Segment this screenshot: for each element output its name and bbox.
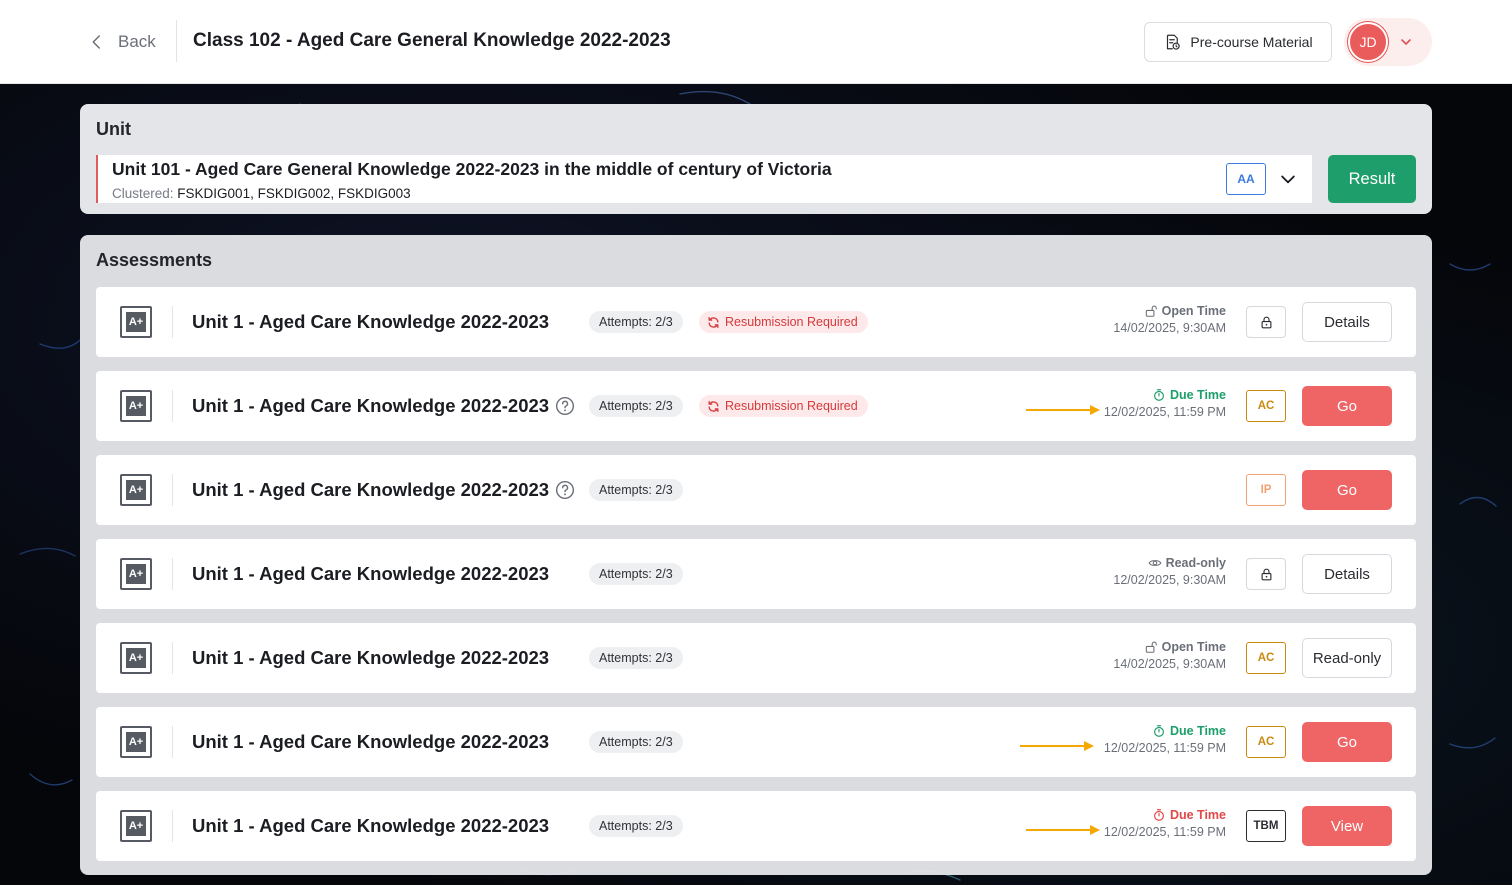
avatar: JD — [1348, 22, 1388, 62]
result-button[interactable]: Result — [1328, 155, 1416, 203]
assessments-heading: Assessments — [96, 250, 213, 270]
lock-icon — [1261, 568, 1271, 580]
read-only-button[interactable]: Read-only — [1302, 638, 1392, 678]
status-badge: AC — [1246, 390, 1286, 422]
unit-clustered-info: Clustered: FSKDIG001, FSKDIG002, FSKDIG0… — [112, 186, 411, 201]
unit-status-badge: AA — [1226, 163, 1266, 195]
help-icon[interactable] — [555, 396, 575, 416]
assessment-title: Unit 1 - Aged Care Knowledge 2022-2023 — [192, 395, 550, 416]
user-menu[interactable]: JD — [1344, 18, 1432, 66]
assessment-row: A+ Unit 1 - Aged Care Knowledge 2022-202… — [96, 371, 1416, 441]
assessment-row: A+ Unit 1 - Aged Care Knowledge 2022-202… — [96, 707, 1416, 777]
assessment-title: Unit 1 - Aged Care Knowledge 2022-2023 — [192, 731, 550, 752]
go-button[interactable]: Go — [1302, 470, 1392, 510]
timer-icon — [1153, 809, 1164, 821]
header-divider — [176, 20, 177, 62]
status-badge: AC — [1246, 726, 1286, 758]
view-button[interactable]: View — [1302, 806, 1392, 846]
details-button[interactable]: Details — [1302, 302, 1392, 342]
annotation-arrow — [1020, 741, 1094, 751]
assessment-title: Unit 1 - Aged Care Knowledge 2022-2023 — [192, 815, 550, 836]
attempts-badge: Attempts: 2/3 — [589, 731, 683, 753]
timer-icon — [1153, 389, 1164, 401]
attempts-badge: Attempts: 2/3 — [589, 311, 683, 333]
precourse-material-button[interactable]: Pre-course Material — [1144, 22, 1332, 62]
document-clock-icon — [1167, 34, 1181, 50]
annotation-arrow — [1026, 405, 1100, 415]
attempts-badge: Attempts: 2/3 — [589, 815, 683, 837]
time-info: Open Time 14/02/2025, 9:30AM — [1113, 640, 1226, 671]
grade-icon: A+ — [120, 390, 152, 422]
unit-panel: Unit Unit 101 - Aged Care General Knowle… — [80, 104, 1432, 214]
assessment-title: Unit 1 - Aged Care Knowledge 2022-2023 — [192, 479, 550, 500]
grade-icon: A+ — [120, 810, 152, 842]
attempts-badge: Attempts: 2/3 — [589, 647, 683, 669]
grade-icon: A+ — [120, 642, 152, 674]
assessment-row: A+ Unit 1 - Aged Care Knowledge 2022-202… — [96, 287, 1416, 357]
attempts-badge: Attempts: 2/3 — [589, 563, 683, 585]
back-button[interactable]: Back — [88, 28, 156, 56]
back-label: Back — [118, 32, 156, 51]
assessments-panel: Assessments A+ Unit 1 - Aged Care Knowle… — [80, 235, 1432, 875]
unit-selected-title: Unit 101 - Aged Care General Knowledge 2… — [112, 159, 832, 179]
eye-icon — [1148, 560, 1161, 566]
details-button[interactable]: Details — [1302, 554, 1392, 594]
status-badge: AC — [1246, 642, 1286, 674]
timer-icon — [1153, 725, 1164, 737]
resubmission-badge: Resubmission Required — [699, 311, 868, 333]
chevron-left-icon — [92, 35, 100, 49]
grade-icon: A+ — [120, 726, 152, 758]
time-info: Open Time 14/02/2025, 9:30AM — [1113, 304, 1226, 335]
unlock-icon — [1145, 305, 1157, 317]
clustered-label: Clustered: — [112, 186, 174, 201]
chevron-down-icon — [1401, 39, 1411, 45]
unlock-icon — [1145, 641, 1157, 653]
chevron-down-icon[interactable] — [1278, 169, 1298, 189]
go-button[interactable]: Go — [1302, 722, 1392, 762]
assessment-row: A+ Unit 1 - Aged Care Knowledge 2022-202… — [96, 455, 1416, 525]
status-badge: IP — [1246, 474, 1286, 506]
assessment-row: A+ Unit 1 - Aged Care Knowledge 2022-202… — [96, 623, 1416, 693]
unit-select-dropdown[interactable]: Unit 101 - Aged Care General Knowledge 2… — [96, 155, 1312, 203]
lock-button[interactable] — [1246, 558, 1286, 590]
assessment-row: A+ Unit 1 - Aged Care Knowledge 2022-202… — [96, 539, 1416, 609]
refresh-icon — [708, 400, 719, 412]
time-info: Due Time 12/02/2025, 11:59 PM — [1103, 724, 1226, 755]
resubmission-badge: Resubmission Required — [699, 395, 868, 417]
help-icon[interactable] — [555, 480, 575, 500]
grade-icon: A+ — [120, 474, 152, 506]
precourse-label: Pre-course Material — [1190, 34, 1313, 50]
top-header: Back Class 102 - Aged Care General Knowl… — [0, 0, 1512, 84]
attempts-badge: Attempts: 2/3 — [589, 395, 683, 417]
refresh-icon — [708, 316, 719, 328]
unit-heading: Unit — [96, 119, 131, 139]
assessment-title: Unit 1 - Aged Care Knowledge 2022-2023 — [192, 563, 550, 584]
clustered-codes: FSKDIG001, FSKDIG002, FSKDIG003 — [177, 186, 411, 201]
page-title: Class 102 - Aged Care General Knowledge … — [193, 30, 671, 51]
assessment-row: A+ Unit 1 - Aged Care Knowledge 2022-202… — [96, 791, 1416, 861]
grade-icon: A+ — [120, 306, 152, 338]
assessment-title: Unit 1 - Aged Care Knowledge 2022-2023 — [192, 311, 550, 332]
annotation-arrow — [1026, 825, 1100, 835]
attempts-badge: Attempts: 2/3 — [589, 479, 683, 501]
assessment-title: Unit 1 - Aged Care Knowledge 2022-2023 — [192, 647, 550, 668]
lock-button[interactable] — [1246, 306, 1286, 338]
grade-icon: A+ — [120, 558, 152, 590]
go-button[interactable]: Go — [1302, 386, 1392, 426]
time-info: Due Time 12/02/2025, 11:59 PM — [1103, 388, 1226, 419]
lock-icon — [1261, 316, 1271, 328]
status-badge: TBM — [1246, 810, 1286, 842]
time-info: Read-only 12/02/2025, 9:30AM — [1113, 556, 1226, 587]
time-info: Due Time 12/02/2025, 11:59 PM — [1103, 808, 1226, 839]
